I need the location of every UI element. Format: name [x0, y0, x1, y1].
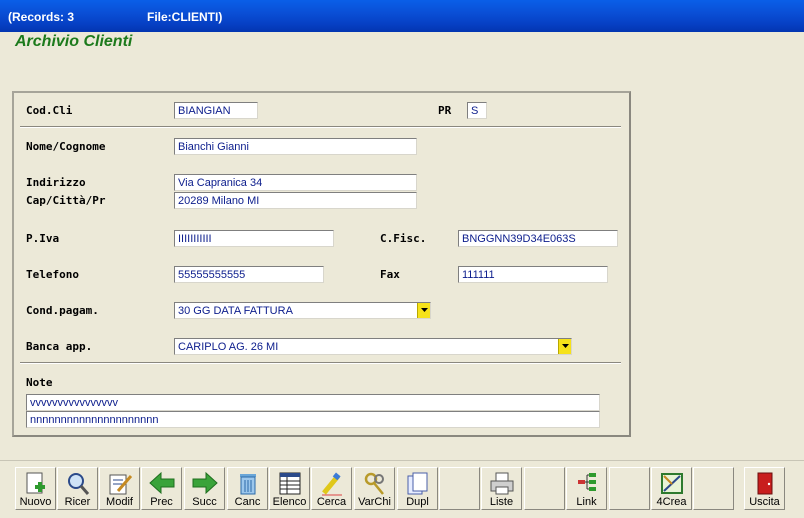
nome-field[interactable]: Bianchi Gianni — [174, 138, 417, 155]
cfisc-label: C.Fisc. — [380, 232, 427, 245]
prec-button[interactable]: Prec — [141, 467, 182, 510]
note-line-1[interactable]: vvvvvvvvvvvvvvvv — [26, 394, 600, 411]
cond-pagam-dropdown-button[interactable] — [417, 303, 430, 318]
telefono-label: Telefono — [26, 268, 79, 281]
cond-pagam-value: 30 GG DATA FATTURA — [178, 305, 293, 317]
nuovo-button[interactable]: Nuovo — [15, 467, 56, 510]
banca-select[interactable]: CARIPLO AG. 26 MI — [174, 338, 572, 355]
cod-cli-label: Cod.Cli — [26, 104, 73, 117]
banca-dropdown-button[interactable] — [558, 339, 571, 354]
arrow-left-icon — [149, 471, 175, 495]
banca-value: CARIPLO AG. 26 MI — [178, 341, 279, 353]
tree-icon — [578, 473, 596, 491]
cerca-button[interactable]: Cerca — [311, 467, 352, 510]
separator-bottom — [20, 362, 621, 364]
cod-cli-field[interactable]: BIANGIAN — [174, 102, 258, 119]
empty-button-3[interactable] — [609, 467, 650, 510]
chevron-down-icon — [421, 308, 428, 312]
chevron-down-icon — [562, 344, 569, 348]
note-line-2[interactable]: nnnnnnnnnnnnnnnnnnnnn — [26, 411, 600, 428]
empty-button-2[interactable] — [524, 467, 565, 510]
link-button[interactable]: Link — [566, 467, 607, 510]
title-bar: (Records: 3 File:CLIENTI) — [0, 0, 804, 32]
banca-label: Banca app. — [26, 340, 93, 353]
trash-icon — [240, 474, 256, 495]
keys-icon — [364, 472, 384, 495]
cap-label: Cap/Città/Pr — [26, 194, 106, 207]
new-document-icon — [26, 472, 45, 494]
indirizzo-label: Indirizzo — [26, 176, 86, 189]
dupl-button[interactable]: Dupl — [397, 467, 438, 510]
pr-field[interactable]: S — [467, 102, 487, 119]
uscita-button[interactable]: Uscita — [744, 467, 785, 510]
exit-door-icon — [757, 472, 773, 495]
cond-pagam-select[interactable]: 30 GG DATA FATTURA — [174, 302, 431, 319]
varchi-button[interactable]: VarChi — [354, 467, 395, 510]
arrow-right-icon — [192, 471, 218, 495]
empty-button-1[interactable] — [439, 467, 480, 510]
indirizzo-field[interactable]: Via Capranica 34 — [174, 174, 417, 191]
ricer-button[interactable]: Ricer — [57, 467, 98, 510]
separator-top — [20, 126, 621, 128]
cfisc-field[interactable]: BNGGNN39D34E063S — [458, 230, 618, 247]
liste-button[interactable]: Liste — [481, 467, 522, 510]
empty-button-4[interactable] — [693, 467, 734, 510]
piva-label: P.Iva — [26, 232, 60, 245]
file-name: File:CLIENTI) — [147, 10, 223, 24]
fax-label: Fax — [380, 268, 400, 281]
modif-button[interactable]: Modif — [99, 467, 140, 510]
piva-field[interactable]: IIIIIIIIIII — [174, 230, 334, 247]
fax-field[interactable]: 111111 — [458, 266, 608, 283]
highlighter-icon — [322, 472, 342, 496]
records-count: (Records: 3 — [8, 10, 75, 24]
note-label: Note — [26, 376, 53, 389]
succ-button[interactable]: Succ — [184, 467, 225, 510]
magnifier-icon — [68, 473, 90, 495]
pr-label: PR — [438, 104, 452, 117]
table-icon — [279, 472, 301, 495]
nome-label: Nome/Cognome — [26, 140, 106, 153]
crea-button[interactable]: 4Crea — [651, 467, 692, 510]
duplicate-icon — [407, 472, 428, 495]
canc-button[interactable]: Canc — [227, 467, 268, 510]
telefono-field[interactable]: 55555555555 — [174, 266, 324, 283]
form-title: Archivio Clienti — [15, 33, 133, 50]
cond-pagam-label: Cond.pagam. — [26, 304, 99, 317]
cap-field[interactable]: 20289 Milano MI — [174, 192, 417, 209]
build-icon — [661, 473, 683, 494]
elenco-button[interactable]: Elenco — [269, 467, 310, 510]
edit-document-icon — [109, 474, 133, 495]
printer-icon — [490, 472, 514, 495]
